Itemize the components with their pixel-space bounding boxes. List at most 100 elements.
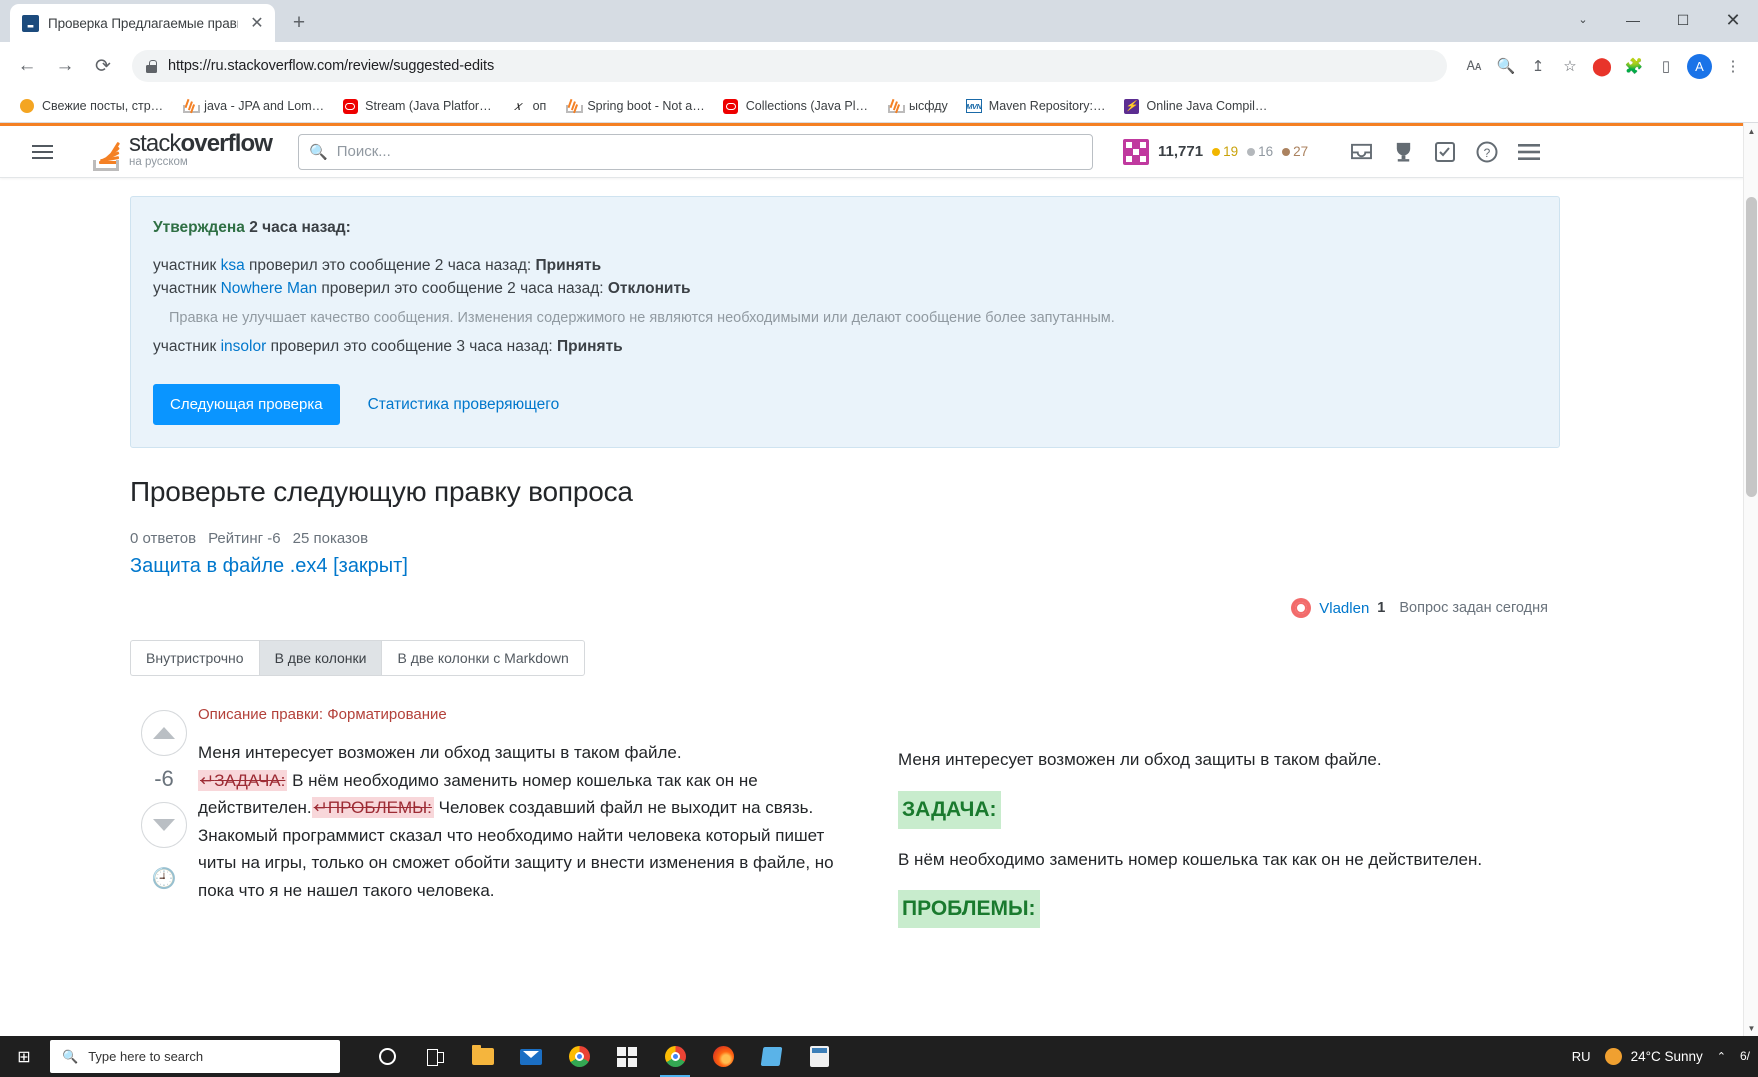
bronze-badge[interactable]: 27 <box>1282 144 1308 159</box>
gold-badge[interactable]: 19 <box>1212 144 1238 159</box>
clock-date[interactable]: 6/ <box>1740 1049 1750 1064</box>
honey-icon <box>19 98 35 114</box>
close-window-button[interactable]: ✕ <box>1708 0 1758 40</box>
entry-prefix: участник <box>153 337 221 355</box>
review-icon[interactable] <box>1426 134 1464 170</box>
taskbar-search[interactable]: 🔍 Type here to search <box>50 1040 340 1073</box>
owner-name-link[interactable]: Vladlen <box>1319 600 1369 617</box>
address-bar[interactable]: https://ru.stackoverflow.com/review/sugg… <box>132 50 1447 82</box>
bookmark-item[interactable]: MVN Maven Repository:… <box>959 95 1113 117</box>
tab-side-by-side-markdown[interactable]: В две колонки с Markdown <box>381 640 585 677</box>
taskbar-search-placeholder: Type here to search <box>88 1049 204 1064</box>
bookmark-item[interactable]: Spring boot - Not a… <box>557 95 711 117</box>
site-logo[interactable]: stackoverflow на русском <box>92 132 273 171</box>
help-icon[interactable]: ? <box>1468 134 1506 170</box>
reviewer-link[interactable]: insolor <box>221 338 267 355</box>
cortana-icon[interactable] <box>366 1036 408 1077</box>
entry-middle: проверил это сообщение 2 часа назад: <box>317 280 608 298</box>
browser-tab[interactable]: Проверка Предлагаемые правк ✕ <box>10 4 275 42</box>
reader-icon[interactable] <box>750 1036 792 1077</box>
bookmark-star-icon[interactable]: ☆ <box>1555 51 1585 81</box>
share-icon[interactable]: ↥ <box>1523 51 1553 81</box>
chrome-active-icon[interactable] <box>654 1036 696 1077</box>
weather-widget[interactable]: 24°C Sunny <box>1604 1048 1703 1065</box>
bookmark-item[interactable]: 𝑥 оп <box>503 95 554 117</box>
deleted-text: ↵ЗАДАЧА: <box>198 769 288 791</box>
scroll-down-arrow[interactable]: ▼ <box>1744 1020 1758 1036</box>
diff-section: -6 🕘 Описание правки: Форматирование Мен… <box>130 706 1560 945</box>
status-approved-label: Утверждена <box>153 219 245 236</box>
scrollbar-thumb[interactable] <box>1746 197 1757 497</box>
question-title-link[interactable]: Защита в файле .ex4 [закрыт] <box>130 555 408 578</box>
downvote-button[interactable] <box>141 802 187 849</box>
entry-action: Принять <box>535 257 602 274</box>
task-view-icon[interactable] <box>414 1036 456 1077</box>
extensions-icon[interactable]: 🧩 <box>1619 51 1649 81</box>
bookmark-item[interactable]: ысфду <box>879 95 955 117</box>
tab-inline[interactable]: Внутристрочно <box>130 640 259 677</box>
language-indicator[interactable]: RU <box>1572 1049 1591 1064</box>
search-icon: 🔍 <box>62 1048 79 1064</box>
oracle-icon <box>723 98 739 114</box>
reviewer-link[interactable]: ksa <box>221 257 245 274</box>
scroll-up-arrow[interactable]: ▲ <box>1744 123 1758 139</box>
diff-right-column: Меня интересует возможен ли обход защиты… <box>898 706 1560 945</box>
zoom-icon[interactable]: 🔍 <box>1491 51 1521 81</box>
stackoverflow-icon <box>181 98 200 114</box>
stackoverflow-icon <box>886 98 905 114</box>
bookmark-item[interactable]: Stream (Java Platfor… <box>335 95 498 117</box>
diff-columns: Описание правки: Форматирование Меня инт… <box>198 706 1560 945</box>
user-avatar[interactable] <box>1123 138 1150 165</box>
file-explorer-icon[interactable] <box>462 1036 504 1077</box>
firefox-icon[interactable] <box>702 1036 744 1077</box>
profile-avatar[interactable]: A <box>1687 53 1712 79</box>
score-value: Рейтинг -6 <box>208 530 281 548</box>
search-box[interactable]: 🔍 <box>298 133 1094 170</box>
close-tab-icon[interactable]: ✕ <box>247 13 267 33</box>
tab-title: Проверка Предлагаемые правк <box>48 15 238 31</box>
bookmark-label: ысфду <box>909 99 948 113</box>
minimize-button[interactable]: — <box>1608 0 1658 40</box>
reload-button[interactable]: ⟳ <box>86 49 120 83</box>
bookmark-item[interactable]: Свежие посты, стр… <box>12 95 170 117</box>
translate-icon[interactable]: 🗛 <box>1459 51 1489 81</box>
inbox-icon[interactable] <box>1342 134 1380 170</box>
mail-icon[interactable] <box>510 1036 552 1077</box>
avatar[interactable] <box>1291 598 1312 619</box>
maximize-button[interactable]: ☐ <box>1658 0 1708 40</box>
bookmark-item[interactable]: ⚡ Online Java Compil… <box>1117 95 1275 117</box>
calculator-icon[interactable] <box>798 1036 840 1077</box>
page-scrollbar[interactable]: ▲ ▼ <box>1743 123 1758 1036</box>
sidepanel-icon[interactable]: ▯ <box>1651 51 1681 81</box>
bookmark-item[interactable]: Collections (Java Pl… <box>716 95 875 117</box>
reviewer-link[interactable]: Nowhere Man <box>221 280 318 297</box>
search-input[interactable] <box>336 143 1083 160</box>
toolbar-icons: 🗛 🔍 ↥ ☆ ⬤ 🧩 ▯ A ⋮ <box>1459 51 1748 81</box>
chrome-menu-icon[interactable]: ⋮ <box>1718 51 1748 81</box>
chrome-icon[interactable] <box>558 1036 600 1077</box>
system-tray: RU 24°C Sunny ⌃ 6/ <box>1572 1048 1758 1065</box>
microsoft-store-icon[interactable] <box>606 1036 648 1077</box>
menu-icon[interactable] <box>1510 134 1548 170</box>
silver-badge[interactable]: 16 <box>1247 144 1273 159</box>
vote-score: -6 <box>154 766 174 792</box>
tab-side-by-side[interactable]: В две колонки <box>258 640 382 677</box>
hamburger-menu-icon[interactable] <box>22 134 62 170</box>
tab-search-icon[interactable]: ⌄ <box>1558 0 1608 40</box>
start-button[interactable]: ⊞ <box>0 1036 48 1077</box>
entry-prefix: участник <box>153 280 221 298</box>
asked-time: Вопрос задан сегодня <box>1399 600 1548 617</box>
show-hidden-icons[interactable]: ⌃ <box>1717 1050 1726 1063</box>
forward-button[interactable]: → <box>48 49 82 83</box>
next-review-button[interactable]: Следующая проверка <box>153 384 340 426</box>
trophy-icon[interactable] <box>1384 134 1422 170</box>
reviewer-stats-link[interactable]: Статистика проверяющего <box>368 396 560 414</box>
browser-toolbar: ← → ⟳ https://ru.stackoverflow.com/revie… <box>0 42 1758 90</box>
history-icon[interactable]: 🕘 <box>152 866 177 891</box>
maven-icon: MVN <box>965 98 982 114</box>
bookmark-item[interactable]: java - JPA and Lom… <box>174 95 331 117</box>
back-button[interactable]: ← <box>10 49 44 83</box>
adblock-icon[interactable]: ⬤ <box>1587 51 1617 81</box>
upvote-button[interactable] <box>141 710 187 757</box>
new-tab-button[interactable]: + <box>285 11 313 35</box>
